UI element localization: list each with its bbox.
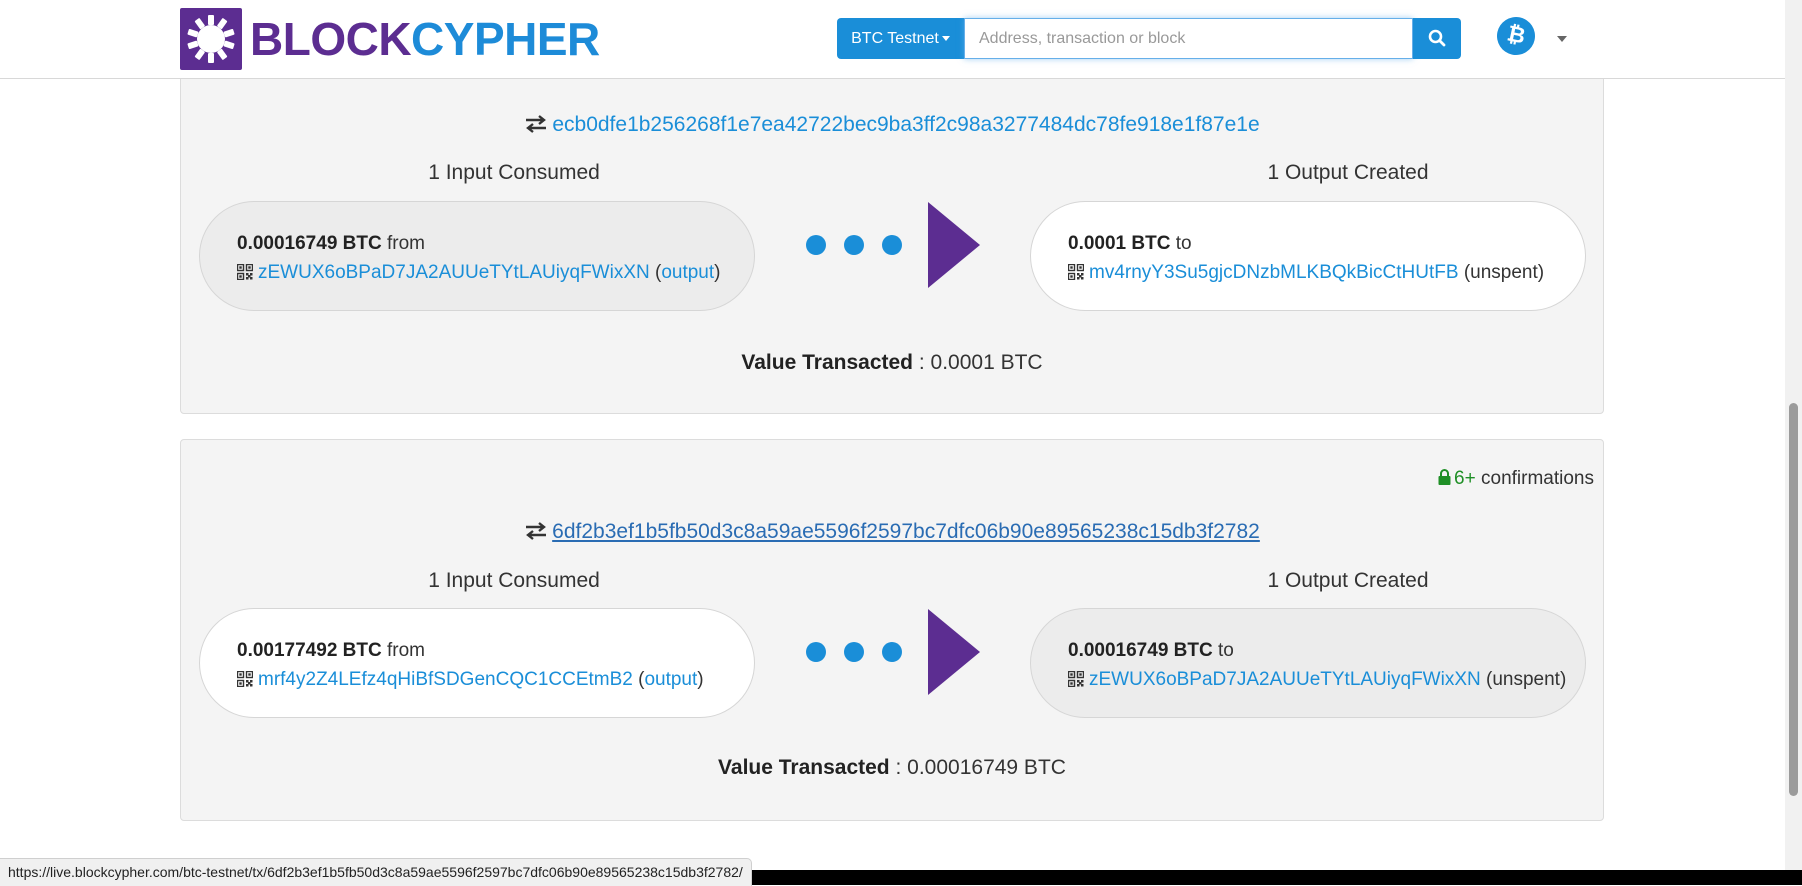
swap-arrows-icon xyxy=(526,115,547,133)
value-transacted-label: Value Transacted xyxy=(718,756,890,779)
play-arrow-icon xyxy=(928,202,980,288)
bitcoin-icon[interactable]: ₿ xyxy=(1493,13,1539,59)
search-input[interactable] xyxy=(964,18,1413,59)
network-dropdown-label: BTC Testnet xyxy=(851,30,939,47)
input-amount-line: 0.00177492 BTC from xyxy=(237,636,754,665)
qr-code-icon[interactable] xyxy=(1068,671,1084,687)
top-navbar: BLOCKCYPHER BTC Testnet ₿ xyxy=(0,0,1785,79)
output-direction: to xyxy=(1175,233,1192,254)
output-address-link[interactable]: zEWUX6oBPaD7JA2AUUeTYtLAUiyqFWixXN xyxy=(1089,669,1481,690)
input-amount: 0.00016749 BTC xyxy=(237,233,382,254)
output-address-line: zEWUX6oBPaD7JA2AUUeTYtLAUiyqFWixXN (unsp… xyxy=(1068,665,1585,694)
input-amount-line: 0.00016749 BTC from xyxy=(237,229,754,258)
value-transacted-amount: : 0.00016749 BTC xyxy=(895,756,1066,779)
lock-icon xyxy=(1438,469,1451,485)
input-address-link[interactable]: mrf4y2Z4LEfz4qHiBfSDGenCQC1CCEtmB2 xyxy=(258,669,633,690)
input-address-link[interactable]: zEWUX6oBPaD7JA2AUUeTYtLAUiyqFWixXN xyxy=(258,262,650,283)
tx-hash-line: ecb0dfe1b256268f1e7ea42722bec9ba3ff2c98a… xyxy=(181,113,1603,137)
outputs-heading: 1 Output Created xyxy=(1267,161,1429,184)
tx-hash-line: 6df2b3ef1b5fb50d3c8a59ae5596f2597bc7dfc0… xyxy=(181,520,1603,544)
input-pill: 0.00016749 BTC from zEWUX6oBPaD7JA2AUUeT… xyxy=(199,201,755,311)
input-address-line: mrf4y2Z4LEfz4qHiBfSDGenCQC1CCEtmB2 (outp… xyxy=(237,665,754,694)
output-amount: 0.00016749 BTC xyxy=(1068,640,1213,661)
flow-dot xyxy=(844,235,864,255)
blockcypher-logo-icon[interactable] xyxy=(180,8,242,70)
qr-code-icon[interactable] xyxy=(237,671,253,687)
swap-arrows-icon xyxy=(526,522,547,540)
flow-dot xyxy=(806,642,826,662)
value-transacted: Value Transacted : 0.0001 BTC xyxy=(181,351,1603,375)
input-direction: from xyxy=(387,640,425,661)
input-address-line: zEWUX6oBPaD7JA2AUUeTYtLAUiyqFWixXN (outp… xyxy=(237,258,754,287)
confirmations-badge: 6+ confirmations xyxy=(1438,468,1594,490)
qr-code-icon[interactable] xyxy=(1068,264,1084,280)
flow-dot xyxy=(882,642,902,662)
outputs-heading: 1 Output Created xyxy=(1267,569,1429,592)
output-address-link[interactable]: mv4rnyY3Su5gjcDNzbMLKBQkBicCtHUtFB xyxy=(1089,262,1459,283)
output-status: (unspent) xyxy=(1463,262,1545,283)
confirmations-count: 6+ xyxy=(1454,468,1476,489)
inputs-heading: 1 Input Consumed xyxy=(428,161,600,184)
search-button[interactable] xyxy=(1413,18,1461,59)
output-pill: 0.0001 BTC to mv4rnyY3Su5gjcDNzbMLKBQkBi… xyxy=(1030,201,1586,311)
value-transacted: Value Transacted : 0.00016749 BTC xyxy=(181,756,1603,780)
input-pill: 0.00177492 BTC from mrf4y2Z4LEfz4qHiBfSD… xyxy=(199,608,755,718)
page-scrollbar-thumb[interactable] xyxy=(1789,403,1798,796)
output-direction: to xyxy=(1218,640,1234,661)
flow-dot xyxy=(844,642,864,662)
logo-block-text: BLOCK xyxy=(250,13,412,65)
logo-cypher-text: CYPHER xyxy=(411,13,600,65)
input-output-link[interactable]: output xyxy=(644,669,697,690)
network-dropdown-button[interactable]: BTC Testnet xyxy=(837,18,964,59)
close-paren: ) xyxy=(697,669,704,690)
output-address-line: mv4rnyY3Su5gjcDNzbMLKBQkBicCtHUtFB (unsp… xyxy=(1068,258,1585,287)
output-amount: 0.0001 BTC xyxy=(1068,233,1171,254)
value-transacted-amount: : 0.0001 BTC xyxy=(918,351,1043,374)
tx-hash-link[interactable]: 6df2b3ef1b5fb50d3c8a59ae5596f2597bc7dfc0… xyxy=(552,520,1260,543)
tx-hash-link[interactable]: ecb0dfe1b256268f1e7ea42722bec9ba3ff2c98a… xyxy=(552,113,1259,136)
close-paren: ) xyxy=(714,262,721,283)
qr-code-icon[interactable] xyxy=(237,264,253,280)
value-transacted-label: Value Transacted xyxy=(741,351,913,374)
flow-dot xyxy=(882,235,902,255)
output-pill: 0.00016749 BTC to zEWUX6oBPaD7JA2AUUeTYt… xyxy=(1030,608,1586,718)
output-amount-line: 0.0001 BTC to xyxy=(1068,229,1585,258)
confirmations-label: confirmations xyxy=(1481,468,1594,489)
logo-wordmark[interactable]: BLOCKCYPHER xyxy=(250,12,600,66)
inputs-heading: 1 Input Consumed xyxy=(428,569,600,592)
output-amount-line: 0.00016749 BTC to xyxy=(1068,636,1585,665)
flow-dot xyxy=(806,235,826,255)
play-arrow-icon xyxy=(928,609,980,695)
input-output-link[interactable]: output xyxy=(661,262,714,283)
user-menu-caret-icon[interactable] xyxy=(1557,36,1567,42)
input-amount: 0.00177492 BTC xyxy=(237,640,382,661)
search-icon xyxy=(1428,29,1446,47)
transaction-panel: 6+ confirmations ecb0dfe1b256268f1e7ea42… xyxy=(180,40,1604,414)
link-hover-status-url: https://live.blockcypher.com/btc-testnet… xyxy=(0,858,752,886)
caret-down-icon xyxy=(941,36,950,42)
transaction-panel: 6+ confirmations 6df2b3ef1b5fb50d3c8a59a… xyxy=(180,439,1604,821)
input-direction: from xyxy=(387,233,425,254)
output-status: (unspent) xyxy=(1486,669,1567,690)
